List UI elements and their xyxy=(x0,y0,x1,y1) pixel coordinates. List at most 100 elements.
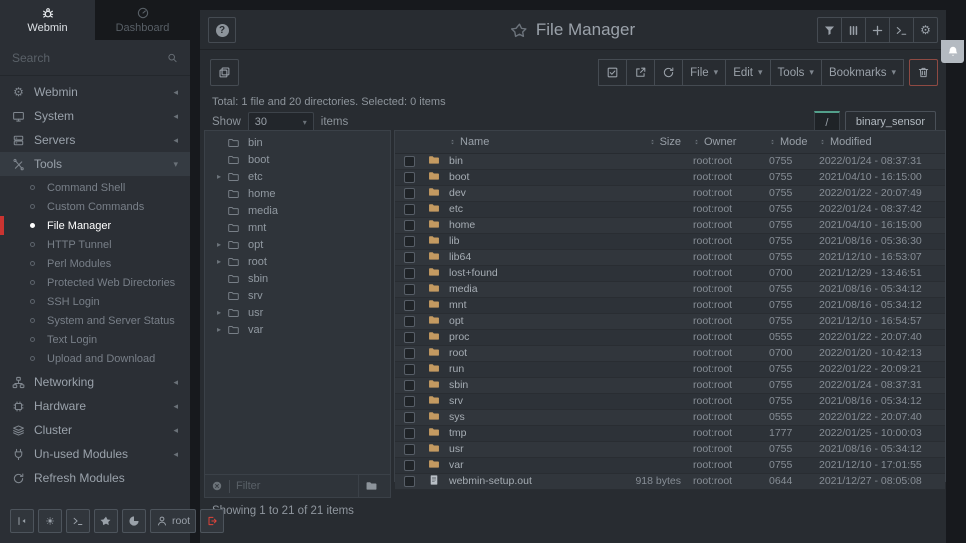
settings-button[interactable]: ⚙ xyxy=(913,17,938,43)
tree-item-usr[interactable]: ▸usr xyxy=(205,304,390,321)
table-row-run[interactable]: runroot:root07552022/01/22 - 20:09:21 xyxy=(395,361,945,377)
table-row-sys[interactable]: sysroot:root05552022/01/22 - 20:07:40 xyxy=(395,409,945,425)
open-in-button[interactable] xyxy=(626,59,655,86)
table-row-sbin[interactable]: sbinroot:root07552022/01/24 - 08:37:31 xyxy=(395,377,945,393)
table-row-srv[interactable]: srvroot:root07552021/08/16 - 05:34:12 xyxy=(395,393,945,409)
tree-filter-input[interactable] xyxy=(236,480,358,492)
row-checkbox[interactable] xyxy=(404,348,415,359)
tree-item-mnt[interactable]: mnt xyxy=(205,219,390,236)
favorites-button[interactable] xyxy=(94,509,118,533)
tree-expand-icon[interactable]: ▸ xyxy=(217,308,227,317)
tree-item-sbin[interactable]: sbin xyxy=(205,270,390,287)
table-row-root[interactable]: rootroot:root07002022/01/20 - 10:42:13 xyxy=(395,345,945,361)
terminal-button[interactable] xyxy=(889,17,914,43)
row-checkbox[interactable] xyxy=(404,172,415,183)
table-row-lib[interactable]: libroot:root07552021/08/16 - 05:36:30 xyxy=(395,233,945,249)
tree-item-root[interactable]: ▸root xyxy=(205,253,390,270)
row-checkbox[interactable] xyxy=(404,236,415,247)
paste-buffer-button[interactable] xyxy=(210,59,239,86)
row-checkbox[interactable] xyxy=(404,204,415,215)
columns-button[interactable] xyxy=(841,17,866,43)
sidebar-item-un-used-modules[interactable]: Un-used Modules◂ xyxy=(0,442,190,466)
table-row-media[interactable]: mediaroot:root07552021/08/16 - 05:34:12 xyxy=(395,281,945,297)
table-row-lib64[interactable]: lib64root:root07552021/12/10 - 16:53:07 xyxy=(395,249,945,265)
sidebar-subitem-ssh-login[interactable]: SSH Login xyxy=(0,292,190,311)
sidebar-item-cluster[interactable]: Cluster◂ xyxy=(0,418,190,442)
tree-item-var[interactable]: ▸var xyxy=(205,321,390,338)
column-header-name[interactable]: Name xyxy=(449,131,597,153)
table-row-opt[interactable]: optroot:root07552021/12/10 - 16:54:57 xyxy=(395,313,945,329)
sidebar-item-networking[interactable]: Networking◂ xyxy=(0,370,190,394)
table-row-usr[interactable]: usrroot:root07552021/08/16 - 05:34:12 xyxy=(395,441,945,457)
tree-item-bin[interactable]: bin xyxy=(205,134,390,151)
table-row-var[interactable]: varroot:root07552021/12/10 - 17:01:55 xyxy=(395,457,945,473)
sidebar-subitem-http-tunnel[interactable]: HTTP Tunnel xyxy=(0,235,190,254)
table-row-home[interactable]: homeroot:root07552021/04/10 - 16:15:00 xyxy=(395,217,945,233)
tree-item-srv[interactable]: srv xyxy=(205,287,390,304)
sidebar-item-tools[interactable]: Tools▾ xyxy=(0,152,190,176)
row-checkbox[interactable] xyxy=(404,476,415,487)
table-row-dev[interactable]: devroot:root07552022/01/22 - 20:07:49 xyxy=(395,185,945,201)
row-checkbox[interactable] xyxy=(404,332,415,343)
sidebar-subitem-upload-and-download[interactable]: Upload and Download xyxy=(0,349,190,368)
notifications-tab[interactable] xyxy=(941,40,964,63)
tab-dashboard[interactable]: Dashboard xyxy=(95,0,190,40)
row-checkbox[interactable] xyxy=(404,412,415,423)
sidebar-item-hardware[interactable]: Hardware◂ xyxy=(0,394,190,418)
tree-item-opt[interactable]: ▸opt xyxy=(205,236,390,253)
column-header-size[interactable]: Size xyxy=(597,131,693,153)
sidebar-subitem-text-login[interactable]: Text Login xyxy=(0,330,190,349)
refresh-button[interactable] xyxy=(654,59,683,86)
sidebar-item-system[interactable]: System◂ xyxy=(0,104,190,128)
tree-expand-icon[interactable]: ▸ xyxy=(217,172,227,181)
menu-bookmarks[interactable]: Bookmarks▾ xyxy=(821,59,904,86)
logout-button[interactable] xyxy=(200,509,224,533)
column-header-modified[interactable]: Modified xyxy=(819,131,945,153)
delete-button[interactable] xyxy=(909,59,938,86)
show-items-select[interactable]: 30 ▾ xyxy=(248,112,314,132)
row-checkbox[interactable] xyxy=(404,156,415,167)
sidebar-subitem-custom-commands[interactable]: Custom Commands xyxy=(0,197,190,216)
tree-expand-icon[interactable]: ▸ xyxy=(217,240,227,249)
tree-expand-icon[interactable]: ▸ xyxy=(217,257,227,266)
table-row-boot[interactable]: bootroot:root07552021/04/10 - 16:15:00 xyxy=(395,169,945,185)
column-header-owner[interactable]: Owner xyxy=(693,131,769,153)
row-checkbox[interactable] xyxy=(404,284,415,295)
tree-item-boot[interactable]: boot xyxy=(205,151,390,168)
help-button[interactable]: ? xyxy=(208,17,236,43)
tree-item-etc[interactable]: ▸etc xyxy=(205,168,390,185)
menu-tools[interactable]: Tools▾ xyxy=(770,59,822,86)
column-header-mode[interactable]: Mode xyxy=(769,131,819,153)
sidebar-item-servers[interactable]: Servers◂ xyxy=(0,128,190,152)
table-row-webmin-setup-out[interactable]: webmin-setup.out918 bytesroot:root064420… xyxy=(395,473,945,489)
shell-button[interactable] xyxy=(66,509,90,533)
user-button[interactable]: root xyxy=(150,509,196,533)
sidebar-subitem-command-shell[interactable]: Command Shell xyxy=(0,178,190,197)
favorite-star-icon[interactable] xyxy=(511,22,528,39)
row-checkbox[interactable] xyxy=(404,444,415,455)
row-checkbox[interactable] xyxy=(404,380,415,391)
collapse-sidebar-button[interactable] xyxy=(10,509,34,533)
table-row-bin[interactable]: binroot:root07552022/01/24 - 08:37:31 xyxy=(395,153,945,169)
add-button[interactable] xyxy=(865,17,890,43)
search-input[interactable] xyxy=(12,51,167,65)
row-checkbox[interactable] xyxy=(404,188,415,199)
row-checkbox[interactable] xyxy=(404,396,415,407)
theme-brightness-button[interactable]: ☀ xyxy=(38,509,62,533)
sidebar-item-refresh-modules[interactable]: Refresh Modules xyxy=(0,466,190,490)
table-row-etc[interactable]: etcroot:root07552022/01/24 - 08:37:42 xyxy=(395,201,945,217)
row-checkbox[interactable] xyxy=(404,268,415,279)
table-row-proc[interactable]: procroot:root05552022/01/22 - 20:07:40 xyxy=(395,329,945,345)
sidebar-subitem-system-and-server-status[interactable]: System and Server Status xyxy=(0,311,190,330)
sidebar-subitem-file-manager[interactable]: File Manager xyxy=(0,216,190,235)
tree-expand-icon[interactable]: ▸ xyxy=(217,325,227,334)
row-checkbox[interactable] xyxy=(404,252,415,263)
row-checkbox[interactable] xyxy=(404,364,415,375)
tree-item-home[interactable]: home xyxy=(205,185,390,202)
theme-palette-button[interactable] xyxy=(122,509,146,533)
table-row-tmp[interactable]: tmproot:root17772022/01/25 - 10:00:03 xyxy=(395,425,945,441)
tree-folder-button[interactable] xyxy=(358,475,384,497)
sidebar-subitem-perl-modules[interactable]: Perl Modules xyxy=(0,254,190,273)
row-checkbox[interactable] xyxy=(404,220,415,231)
row-checkbox[interactable] xyxy=(404,428,415,439)
